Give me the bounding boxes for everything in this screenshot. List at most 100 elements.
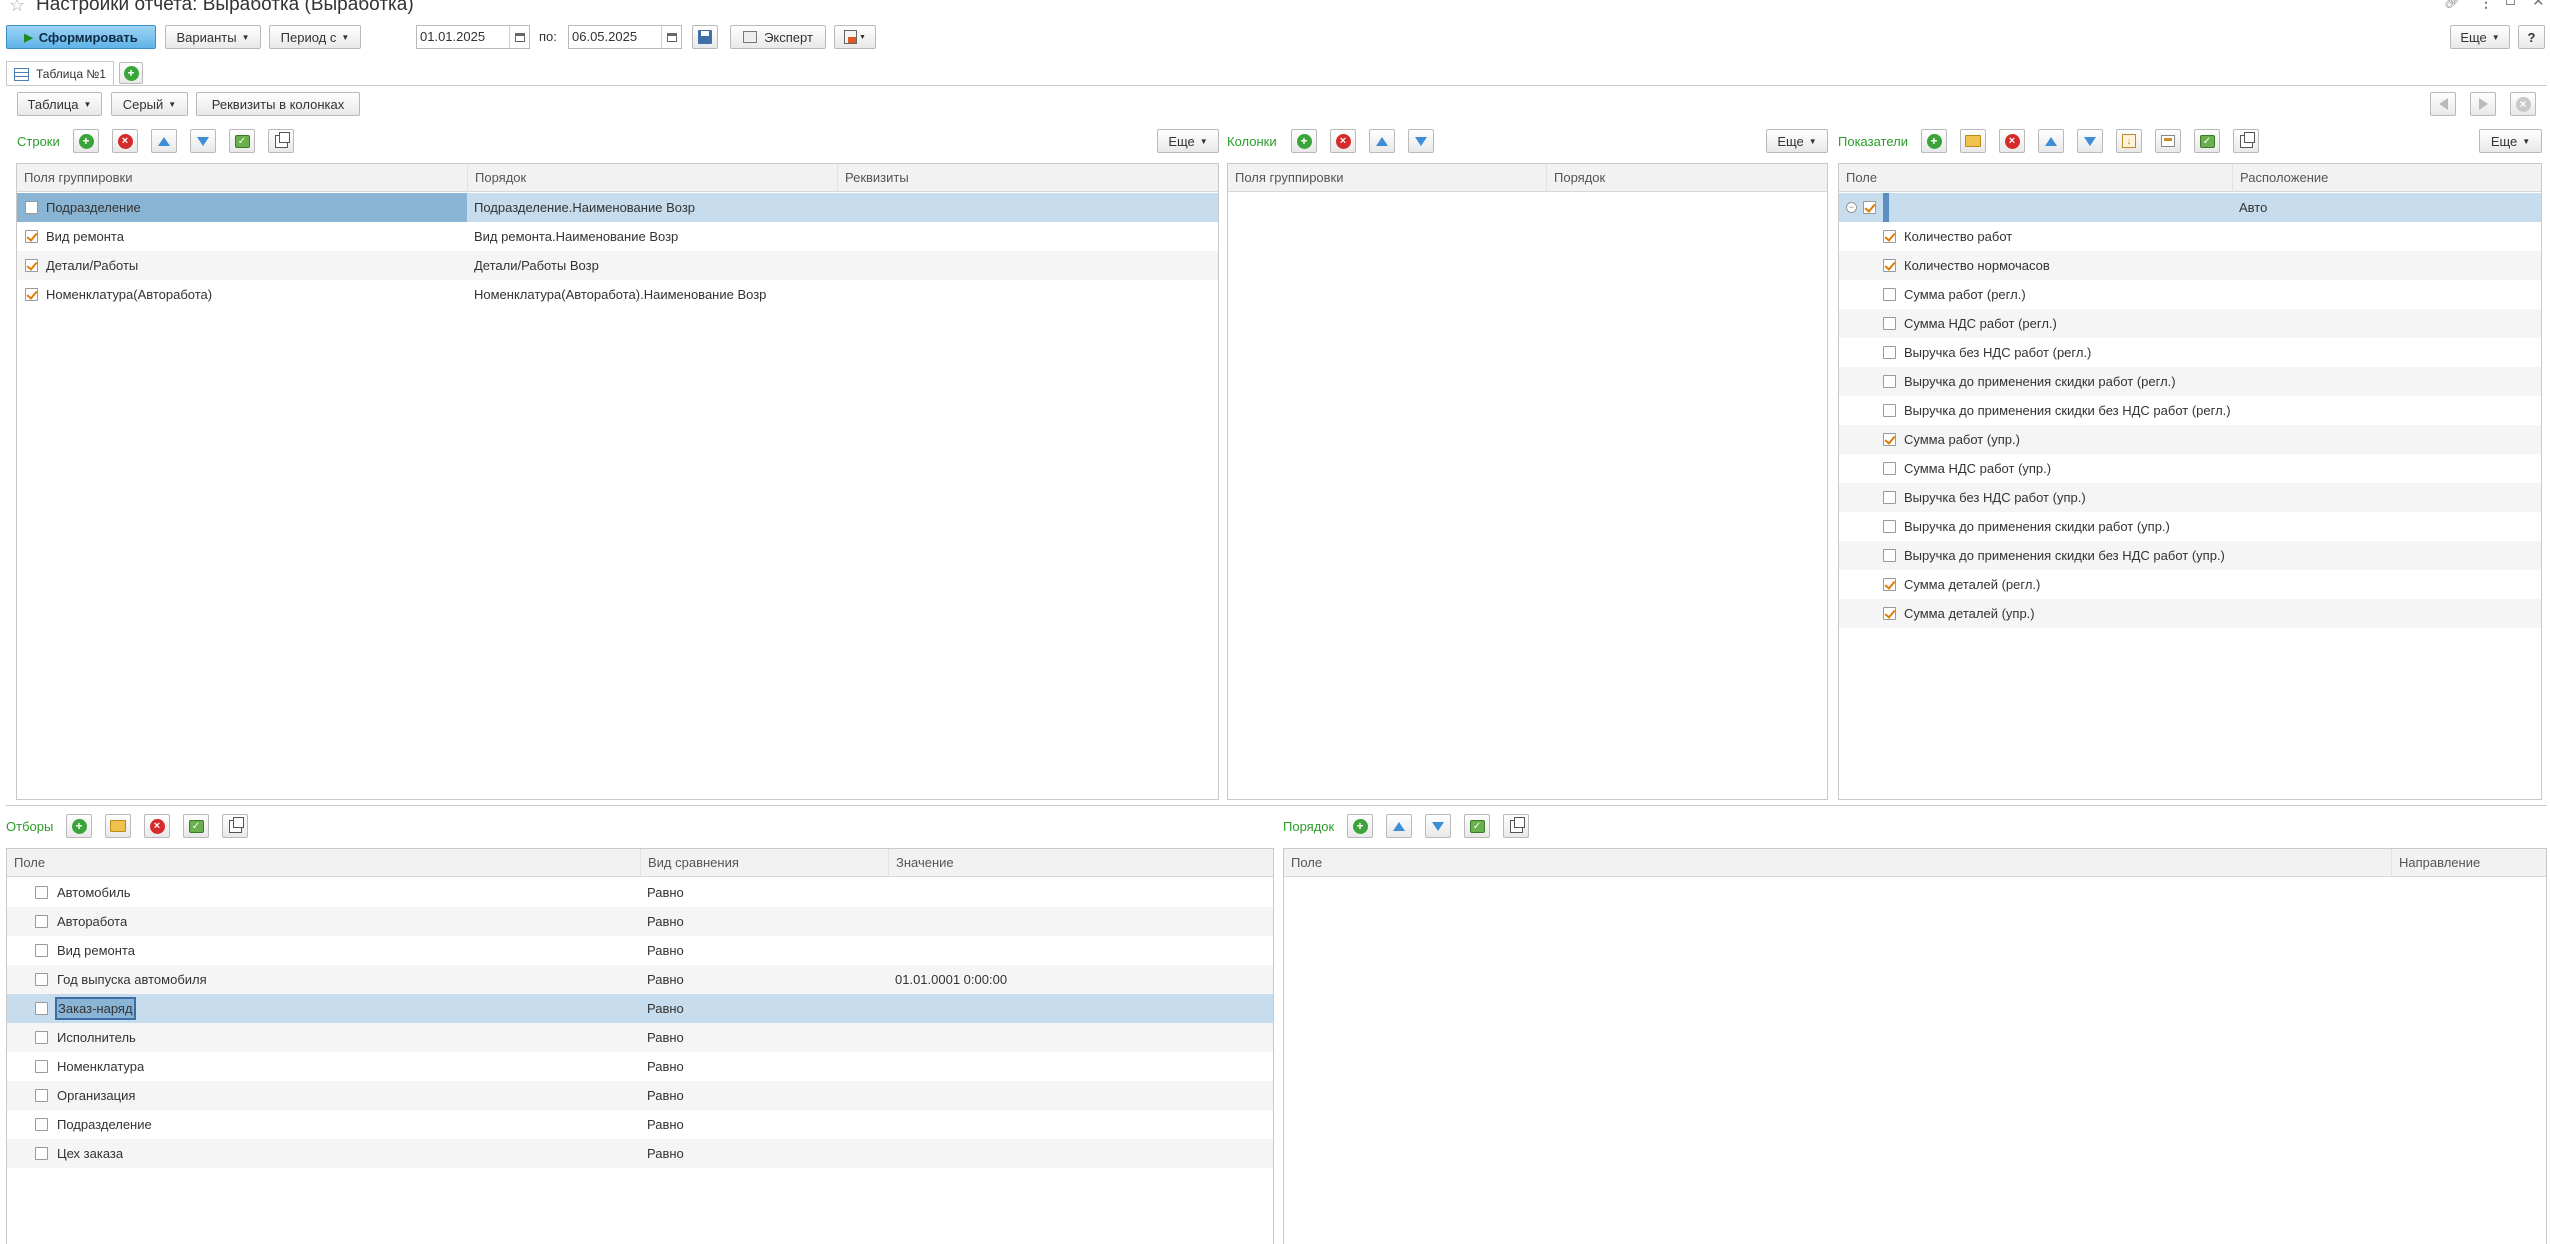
filter-checkbox[interactable]: [35, 973, 48, 986]
tab-table-1[interactable]: Таблица №1: [6, 61, 114, 86]
indicators-group-button[interactable]: [2155, 129, 2181, 153]
add-tab-button[interactable]: +: [119, 62, 143, 84]
filter-row[interactable]: Вид ремонта Равно: [7, 936, 1273, 965]
table-row[interactable]: Детали/Работы Детали/Работы Возр: [17, 251, 1218, 280]
order-move-down-button[interactable]: [1425, 814, 1451, 838]
period-button[interactable]: Период с ▼: [269, 25, 361, 49]
indicators-copy-button[interactable]: [2233, 129, 2259, 153]
indicator-checkbox[interactable]: [1883, 578, 1896, 591]
col-field[interactable]: Поле: [7, 849, 640, 877]
filter-row[interactable]: Подразделение Равно: [7, 1110, 1273, 1139]
rows-check-all-button[interactable]: ✓: [229, 129, 255, 153]
indicator-row[interactable]: Выручка до применения скидки работ (упр.…: [1839, 512, 2541, 541]
col-requisites[interactable]: Реквизиты: [837, 164, 1218, 192]
columns-move-down-button[interactable]: [1408, 129, 1434, 153]
indicator-checkbox[interactable]: [1883, 462, 1896, 475]
col-order[interactable]: Порядок: [1546, 164, 1827, 192]
save-settings-button[interactable]: [692, 25, 718, 49]
col-value[interactable]: Значение: [888, 849, 1273, 877]
indicators-move-down-button[interactable]: [2077, 129, 2103, 153]
date-to-field[interactable]: 06.05.2025: [568, 25, 682, 49]
indicator-checkbox[interactable]: [1883, 259, 1896, 272]
indicator-checkbox[interactable]: [1883, 317, 1896, 330]
indicator-checkbox[interactable]: [1883, 230, 1896, 243]
col-grouping-fields[interactable]: Поля группировки: [1228, 164, 1546, 192]
filters-add-group-button[interactable]: [105, 814, 131, 838]
filter-comparison[interactable]: Равно: [647, 994, 684, 1023]
nav-forward-button[interactable]: [2470, 92, 2496, 116]
filter-comparison[interactable]: Равно: [647, 1081, 684, 1110]
filter-checkbox[interactable]: [35, 1060, 48, 1073]
table-row[interactable]: Номенклатура(Авторабота) Номенклатура(Ав…: [17, 280, 1218, 309]
favorite-star-icon[interactable]: ☆: [9, 0, 25, 14]
filter-row[interactable]: Авторабота Равно: [7, 907, 1273, 936]
rows-add-button[interactable]: +: [73, 129, 99, 153]
indicator-row[interactable]: Выручка до применения скидки без НДС раб…: [1839, 396, 2541, 425]
indicator-row[interactable]: Сумма НДС работ (регл.): [1839, 309, 2541, 338]
nav-delete-button[interactable]: ×: [2510, 92, 2536, 116]
close-window-icon[interactable]: ✕: [2532, 0, 2545, 10]
more-button[interactable]: Еще ▼: [2450, 25, 2510, 49]
indicator-row[interactable]: Сумма работ (регл.): [1839, 280, 2541, 309]
rows-move-down-button[interactable]: [190, 129, 216, 153]
col-field[interactable]: Поле: [1839, 164, 2232, 192]
nav-back-button[interactable]: [2430, 92, 2456, 116]
table-row[interactable]: Вид ремонта Вид ремонта.Наименование Воз…: [17, 222, 1218, 251]
help-button[interactable]: ?: [2518, 25, 2545, 49]
indicator-checkbox[interactable]: [1883, 607, 1896, 620]
filter-comparison[interactable]: Равно: [647, 936, 684, 965]
root-checkbox[interactable]: [1863, 201, 1876, 214]
rows-move-up-button[interactable]: [151, 129, 177, 153]
generate-button[interactable]: ▶ Сформировать: [6, 25, 156, 49]
col-grouping-fields[interactable]: Поля группировки: [17, 164, 467, 192]
filters-delete-button[interactable]: ×: [144, 814, 170, 838]
row-checkbox[interactable]: [25, 230, 38, 243]
filter-row[interactable]: Организация Равно: [7, 1081, 1273, 1110]
indicators-sort-button[interactable]: ↓: [2116, 129, 2142, 153]
indicators-more-button[interactable]: Еще ▼: [2479, 129, 2542, 153]
indicator-row[interactable]: Количество нормочасов: [1839, 251, 2541, 280]
indicator-row[interactable]: Сумма работ (упр.): [1839, 425, 2541, 454]
indicator-checkbox[interactable]: [1883, 433, 1896, 446]
variants-button[interactable]: Варианты ▼: [165, 25, 261, 49]
filter-comparison[interactable]: Равно: [647, 965, 684, 994]
indicator-checkbox[interactable]: [1883, 520, 1896, 533]
filters-copy-button[interactable]: [222, 814, 248, 838]
indicators-add-button[interactable]: +: [1921, 129, 1947, 153]
filter-checkbox[interactable]: [35, 1089, 48, 1102]
collapse-icon[interactable]: −: [1846, 202, 1857, 213]
table-row[interactable]: Подразделение Подразделение.Наименование…: [17, 193, 1218, 222]
indicators-add-group-button[interactable]: [1960, 129, 1986, 153]
row-checkbox[interactable]: [25, 259, 38, 272]
indicators-delete-button[interactable]: ×: [1999, 129, 2025, 153]
filter-row[interactable]: Номенклатура Равно: [7, 1052, 1273, 1081]
style-button[interactable]: Серый ▼: [111, 92, 188, 116]
order-check-all-button[interactable]: ✓: [1464, 814, 1490, 838]
row-checkbox[interactable]: [25, 201, 38, 214]
filters-add-button[interactable]: +: [66, 814, 92, 838]
filter-checkbox[interactable]: [35, 1147, 48, 1160]
filter-comparison[interactable]: Равно: [647, 1110, 684, 1139]
export-settings-button[interactable]: ▼: [834, 25, 876, 49]
order-copy-button[interactable]: [1503, 814, 1529, 838]
filter-row[interactable]: Цех заказа Равно: [7, 1139, 1273, 1168]
indicator-checkbox[interactable]: [1883, 404, 1896, 417]
columns-move-up-button[interactable]: [1369, 129, 1395, 153]
indicator-checkbox[interactable]: [1883, 346, 1896, 359]
indicator-row[interactable]: Выручка без НДС работ (упр.): [1839, 483, 2541, 512]
menu-dots-icon[interactable]: ⋮: [2479, 0, 2493, 11]
filter-checkbox[interactable]: [35, 886, 48, 899]
columns-more-button[interactable]: Еще ▼: [1766, 129, 1828, 153]
indicator-checkbox[interactable]: [1883, 549, 1896, 562]
col-direction[interactable]: Направление: [2391, 849, 2546, 877]
indicator-row[interactable]: Выручка до применения скидки работ (регл…: [1839, 367, 2541, 396]
indicator-checkbox[interactable]: [1883, 288, 1896, 301]
link-icon[interactable]: 🔗︎: [2444, 0, 2461, 10]
order-move-up-button[interactable]: [1386, 814, 1412, 838]
expert-button[interactable]: Эксперт: [730, 25, 826, 49]
filter-checkbox[interactable]: [35, 1118, 48, 1131]
indicator-row[interactable]: Сумма деталей (упр.): [1839, 599, 2541, 628]
filter-value[interactable]: 01.01.0001 0:00:00: [895, 965, 1007, 994]
indicator-row[interactable]: Сумма НДС работ (упр.): [1839, 454, 2541, 483]
indicator-row[interactable]: Количество работ: [1839, 222, 2541, 251]
